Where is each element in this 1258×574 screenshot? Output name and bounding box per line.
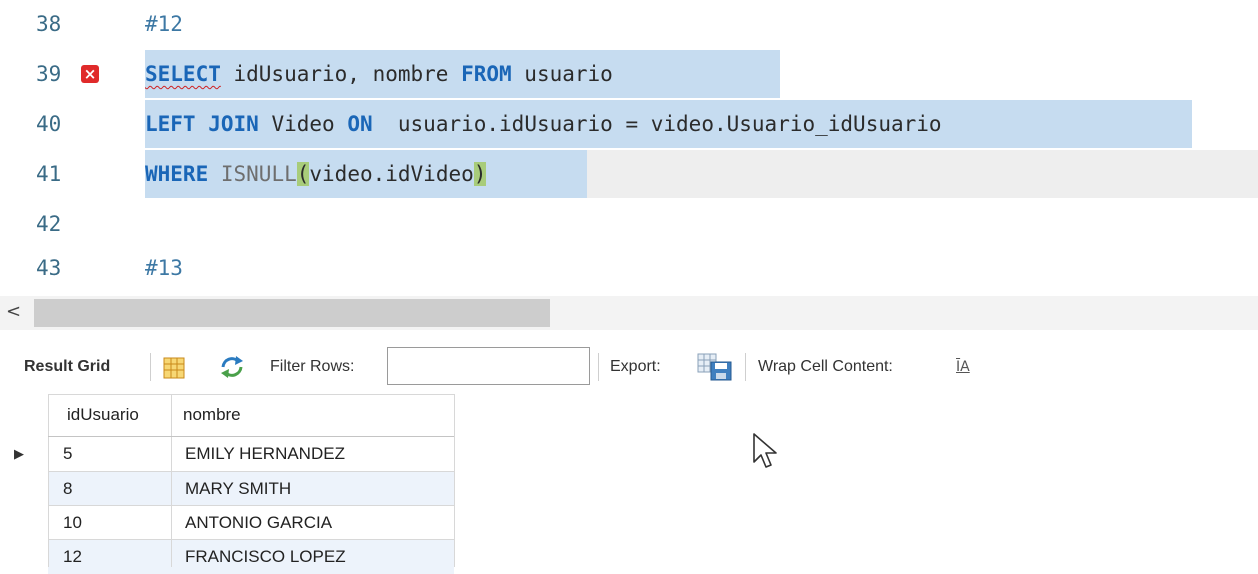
- paren-open: (: [296, 162, 310, 186]
- code-text: WHERE ISNULL(video.idVideo): [145, 150, 487, 198]
- code-table: Video: [258, 112, 348, 136]
- line-number: 40: [36, 112, 62, 136]
- cell-nombre[interactable]: EMILY HERNANDEZ: [175, 437, 453, 471]
- sql-editor[interactable]: 38 #12 39 × SELECT idUsuario, nombre FRO…: [0, 0, 1258, 296]
- editor-line-41[interactable]: 41 WHERE ISNULL(video.idVideo): [0, 150, 1258, 198]
- line-number: 42: [36, 212, 62, 236]
- wrap-cell-icon[interactable]: ĪA: [956, 340, 970, 394]
- editor-line-43[interactable]: 43 #13: [0, 244, 1258, 292]
- cell-nombre[interactable]: ANTONIO GARCIA: [175, 506, 453, 540]
- cell-idusuario[interactable]: 8: [53, 472, 171, 506]
- function-isnull: ISNULL: [220, 162, 297, 186]
- toolbar-divider: [150, 353, 151, 381]
- cell-idusuario[interactable]: 5: [53, 437, 171, 471]
- cell-idusuario[interactable]: 10: [53, 506, 171, 540]
- keyword-left-join: LEFT JOIN: [145, 112, 259, 136]
- result-grid-tab[interactable]: Result Grid: [24, 340, 110, 394]
- refresh-icon[interactable]: [219, 355, 245, 379]
- cell-idusuario[interactable]: 12: [53, 540, 171, 574]
- keyword-where: WHERE: [145, 162, 209, 186]
- scroll-left-arrow[interactable]: <: [6, 301, 21, 323]
- paren-close: ): [473, 162, 487, 186]
- line-number: 39: [36, 62, 62, 86]
- filter-rows-input[interactable]: [387, 347, 590, 385]
- toolbar-divider: [598, 353, 599, 381]
- current-row-marker: ▶: [14, 446, 24, 461]
- keyword-on: ON: [347, 112, 373, 136]
- code-text: LEFT JOIN Video ON usuario.idUsuario = v…: [145, 100, 942, 148]
- export-label: Export:: [610, 358, 661, 375]
- result-grid[interactable]: idUsuario nombre ▶ 5 EMILY HERNANDEZ 8 M…: [0, 394, 460, 574]
- editor-line-40[interactable]: 40 LEFT JOIN Video ON usuario.idUsuario …: [0, 100, 1258, 148]
- grid-line: [48, 394, 49, 567]
- cell-nombre[interactable]: FRANCISCO LOPEZ: [175, 540, 453, 574]
- keyword-from: FROM: [461, 62, 512, 86]
- grid-line: [48, 394, 454, 395]
- horizontal-scrollbar[interactable]: <: [0, 296, 1258, 330]
- code-argument: video.idVideo: [309, 162, 474, 186]
- editor-line-38[interactable]: 38 #12: [0, 0, 1258, 48]
- code-comment: #12: [145, 12, 183, 36]
- editor-line-39[interactable]: 39 × SELECT idUsuario, nombre FROM usuar…: [0, 50, 1258, 98]
- wrap-cell-content-label: Wrap Cell Content:: [758, 358, 893, 375]
- grid-line: [171, 394, 172, 567]
- line-number: 38: [36, 12, 62, 36]
- code-condition: usuario.idUsuario = video.Usuario_idUsua…: [372, 112, 942, 136]
- result-toolbar: Result Grid Filter Rows: Export: Wrap Ce…: [0, 340, 1258, 394]
- cell-nombre[interactable]: MARY SMITH: [175, 472, 453, 506]
- filter-rows-label: Filter Rows:: [270, 358, 355, 375]
- toolbar-divider: [745, 353, 746, 381]
- column-header-nombre[interactable]: nombre: [173, 398, 453, 432]
- export-icon[interactable]: [697, 353, 733, 381]
- column-header-idusuario[interactable]: idUsuario: [57, 398, 171, 432]
- grid-view-icon[interactable]: [163, 357, 185, 379]
- scrollbar-thumb[interactable]: [34, 299, 550, 327]
- code-table: usuario: [511, 62, 613, 86]
- current-line-highlight: [587, 150, 1258, 198]
- code-comment: #13: [145, 256, 183, 280]
- mouse-pointer-icon: [752, 432, 778, 474]
- keyword-select: SELECT: [145, 62, 221, 86]
- grid-line: [454, 394, 455, 567]
- code-text: SELECT idUsuario, nombre FROM usuario: [145, 50, 613, 98]
- editor-line-42[interactable]: 42: [0, 200, 1258, 248]
- error-icon[interactable]: ×: [81, 65, 99, 83]
- line-number: 43: [36, 256, 62, 280]
- line-number: 41: [36, 162, 62, 186]
- code-columns: idUsuario, nombre: [220, 62, 462, 86]
